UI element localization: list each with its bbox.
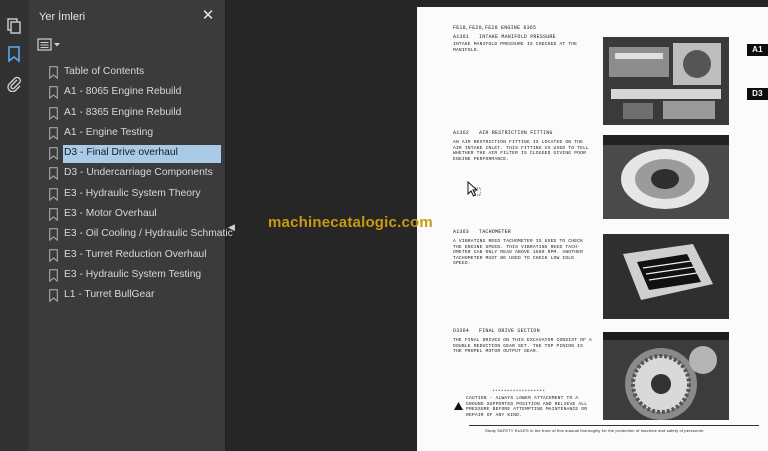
section-code: A1362: [453, 130, 470, 136]
bookmark-list: Table of Contents A1 - 8065 Engine Rebuil…: [29, 63, 233, 307]
paperclip-icon[interactable]: [5, 74, 23, 93]
close-panel-button[interactable]: ✕: [200, 8, 216, 24]
bookmark-item[interactable]: E3 - Oil Cooling / Hydraulic Schmatic: [29, 225, 233, 245]
bookmark-item[interactable]: L1 - Turret BullGear: [29, 286, 225, 306]
bookmark-item[interactable]: A1 - Engine Testing: [29, 124, 225, 144]
bookmark-icon: [49, 228, 58, 242]
tachometer-photo: [603, 234, 729, 319]
separator-stars: ******************: [492, 390, 546, 395]
engine-manifold-photo: [603, 37, 729, 125]
bookmark-icon: [49, 269, 58, 283]
bookmark-label: A1 - Engine Testing: [64, 126, 154, 138]
section-tab-a1: A1: [747, 44, 768, 56]
bookmark-label: E3 - Turret Reduction Overhaul: [64, 248, 207, 260]
bookmark-item[interactable]: A1 - 8065 Engine Rebuild: [29, 83, 225, 103]
bookmark-icon: [49, 147, 58, 161]
bookmarks-panel: Yer İmleri ✕ Table of Contents A1 - 8065 …: [29, 0, 233, 451]
bookmark-item[interactable]: E3 - Turret Reduction Overhaul: [29, 246, 225, 266]
bookmark-item[interactable]: A1 - 8365 Engine Rebuild: [29, 104, 225, 124]
bookmark-item[interactable]: E3 - Hydraulic System Theory: [29, 185, 225, 205]
bookmark-icon: [49, 66, 58, 80]
bookmark-label: E3 - Motor Overhaul: [64, 208, 157, 220]
pdf-page: FE18,FE20,FE28 ENGINE 8365 A1 D3 A1361 I…: [417, 7, 768, 451]
section-body: THE FINAL DRIVES ON THIS EXCAVATOR CONSI…: [453, 338, 592, 355]
section-body: AN AIR RESTRICTION FITTING IS LOCATED ON…: [453, 140, 590, 162]
bookmark-label: E3 - Hydraulic System Theory: [64, 187, 201, 199]
bookmark-label: Table of Contents: [64, 66, 145, 77]
bookmark-item[interactable]: E3 - Motor Overhaul: [29, 205, 225, 225]
bookmark-icon: [49, 167, 58, 181]
warning-triangle-icon: [454, 397, 463, 410]
bookmark-icon[interactable]: [5, 45, 23, 63]
bookmark-item[interactable]: E3 - Hydraulic System Testing: [29, 266, 225, 286]
section-tab-d3: D3: [747, 88, 768, 100]
section-body: INTAKE MANIFOLD PRESSURE IS CHECKED AT T…: [453, 42, 578, 53]
bookmark-icon: [49, 289, 58, 303]
bookmark-icon: [49, 187, 58, 202]
bookmark-item[interactable]: D3 - Undercarriage Components: [29, 164, 225, 184]
section-body: A VIBRATING REED TACHOMETER IS USED TO C…: [453, 239, 584, 267]
bookmark-item[interactable]: D3 - Final Drive overhaul: [29, 144, 225, 164]
left-tool-rail: [0, 0, 30, 451]
section-title: INTAKE MANIFOLD PRESSURE: [479, 34, 556, 40]
watermark-text: machinecatalogic.com: [268, 214, 433, 231]
bookmark-icon: [49, 106, 58, 120]
section-title: TACHOMETER: [479, 229, 512, 235]
section-code: A1361: [453, 34, 470, 40]
bookmark-options-button[interactable]: [37, 37, 63, 53]
bookmark-icon: [49, 208, 58, 222]
caution-text: CAUTION - ALWAYS LOWER ATTACHMENT TO A G…: [466, 396, 588, 418]
bookmark-label: L1 - Turret BullGear: [64, 289, 155, 301]
panel-title: Yer İmleri: [39, 11, 86, 23]
bookmark-icon: [49, 248, 58, 263]
bookmark-icon: [49, 127, 58, 141]
section-title: AIR RESTRICTION FITTING: [479, 130, 553, 136]
bookmark-label: A1 - 8065 Engine Rebuild: [64, 86, 182, 98]
final-drive-photo: [603, 332, 729, 420]
bookmark-label: A1 - 8365 Engine Rebuild: [64, 106, 182, 118]
air-fitting-photo: [603, 135, 729, 219]
bookmark-label: E3 - Oil Cooling / Hydraulic Schmatic: [64, 228, 233, 240]
section-title: FINAL DRIVE SECTION: [479, 328, 540, 334]
section-code: D3364: [453, 328, 470, 334]
copy-pages-icon[interactable]: [5, 17, 23, 35]
bookmark-label: D3 - Final Drive overhaul: [64, 147, 178, 159]
page-header: FE18,FE20,FE28 ENGINE 8365: [453, 25, 537, 31]
collapse-panel-arrow-icon[interactable]: ◀: [228, 222, 236, 236]
bookmark-label: E3 - Hydraulic System Testing: [64, 268, 202, 280]
footer-rule: [469, 425, 759, 426]
bookmark-label: D3 - Undercarriage Components: [64, 167, 213, 179]
bookmark-item[interactable]: Table of Contents: [29, 63, 225, 83]
page-footer: Study SAFETY RULES in the front of this …: [485, 428, 705, 433]
section-code: A1363: [453, 229, 470, 235]
bookmark-icon: [49, 86, 58, 100]
mouse-cursor-icon: [467, 180, 482, 199]
